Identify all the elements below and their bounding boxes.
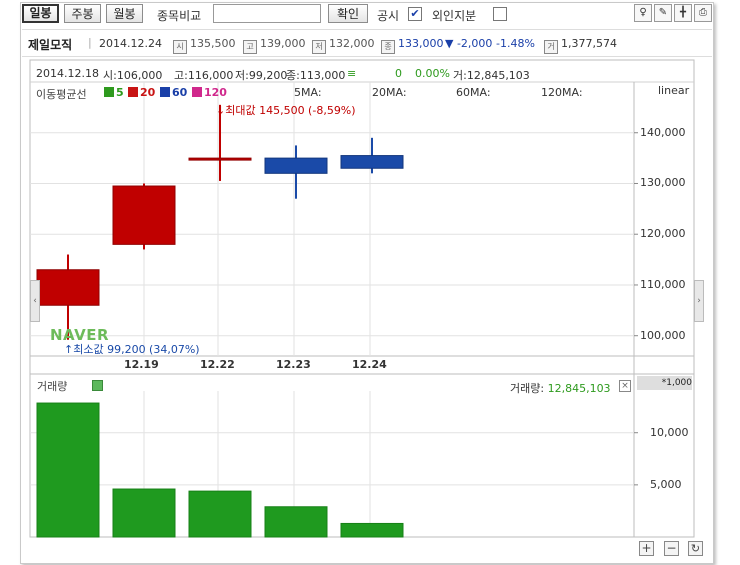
close-icon[interactable]: × [619,380,631,392]
candle-body [340,155,404,169]
volume-tick-label: 10,000 [650,425,689,439]
ma-120-label: 120 [204,86,227,99]
naver-watermark: NAVER [50,326,110,344]
info-date: 2014.12.18 [36,67,99,80]
max-annotation: ↓최대값 145,500 (-8,59%) [216,104,356,117]
ma-60-label: 60 [172,86,188,99]
candle-body [188,157,252,161]
info-line: 2014.12.18 시:106,000 고:116,000 저:99,200 … [30,64,694,82]
ma-60[interactable]: 60 [160,86,187,99]
volume-tick-label: 5,000 [650,477,682,491]
candle-body [36,269,100,306]
scroll-right-handle[interactable]: › [694,280,704,322]
ma-120[interactable]: 120 [192,86,227,99]
scale-label[interactable]: linear [658,84,689,97]
price-tick-label: 100,000 [640,328,686,342]
chart-border [29,59,695,538]
price-tick-label: 110,000 [640,277,686,291]
volume-bar [340,522,404,538]
date-tick-label: 12.19 [124,358,159,371]
info-close: 종:113,000 [286,69,346,82]
volume-unit-text: *1,000 [661,378,692,388]
volume-bar [188,490,252,538]
volume-bar [112,488,176,538]
ma20-readout: 20MA: [372,86,407,99]
ma-20-label: 20 [140,86,156,99]
info-volume: 거:12,845,103 [453,69,530,82]
date-tick-label: 12.23 [276,358,311,371]
volume-bar [264,506,328,538]
zoom-in-button[interactable]: + [639,541,654,556]
scroll-left-handle[interactable]: ‹ [30,280,40,322]
info-open: 시:106,000 [103,69,163,82]
volume-legend: 거래량: 12,845,103 [510,380,611,396]
ma-5-label: 5 [116,86,124,99]
info-low: 저:99,200 [235,69,288,82]
zoom-out-button[interactable]: − [664,541,679,556]
date-tick-label: 12.22 [200,358,235,371]
volume-unit: *1,000 [637,376,692,390]
info-arrow: ≡ [347,67,357,80]
volume-color-swatch [92,380,103,391]
ma120-readout: 120MA: [541,86,583,99]
ma-legend: 이동평균선 5 20 60 120 5MA: 20MA: 60MA: 120MA… [36,84,696,101]
ma5-readout: 5MA: [294,86,322,99]
ma-5[interactable]: 5 [104,86,124,99]
max-annotation-text: 최대값 145,500 (-8,59%) [225,104,356,117]
min-annotation-text: 최소값 99,200 (34,07%) [73,343,200,356]
volume-legend-label: 거래량: [510,382,545,395]
price-tick-label: 120,000 [640,227,686,241]
candle-body [112,185,176,245]
ma-120-swatch [192,87,202,97]
ma-legend-label: 이동평균선 [36,88,87,101]
info-change: 0 [395,67,402,80]
price-tick-label: 140,000 [640,125,686,139]
ma-60-swatch [160,87,170,97]
ma-20[interactable]: 20 [128,86,155,99]
volume-legend-value: 12,845,103 [547,382,611,395]
info-change-pct: 0.00% [415,67,450,80]
date-tick-label: 12.24 [352,358,387,371]
price-tick-label: 130,000 [640,176,686,190]
info-high: 고:116,000 [174,69,234,82]
reset-icon[interactable]: ↻ [688,541,703,556]
candlestick-chart[interactable] [0,0,740,565]
candle-body [264,157,328,174]
volume-panel-title: 거래량 [37,380,68,393]
ma-5-swatch [104,87,114,97]
ma-20-swatch [128,87,138,97]
volume-bar [36,402,100,538]
ma60-readout: 60MA: [456,86,491,99]
